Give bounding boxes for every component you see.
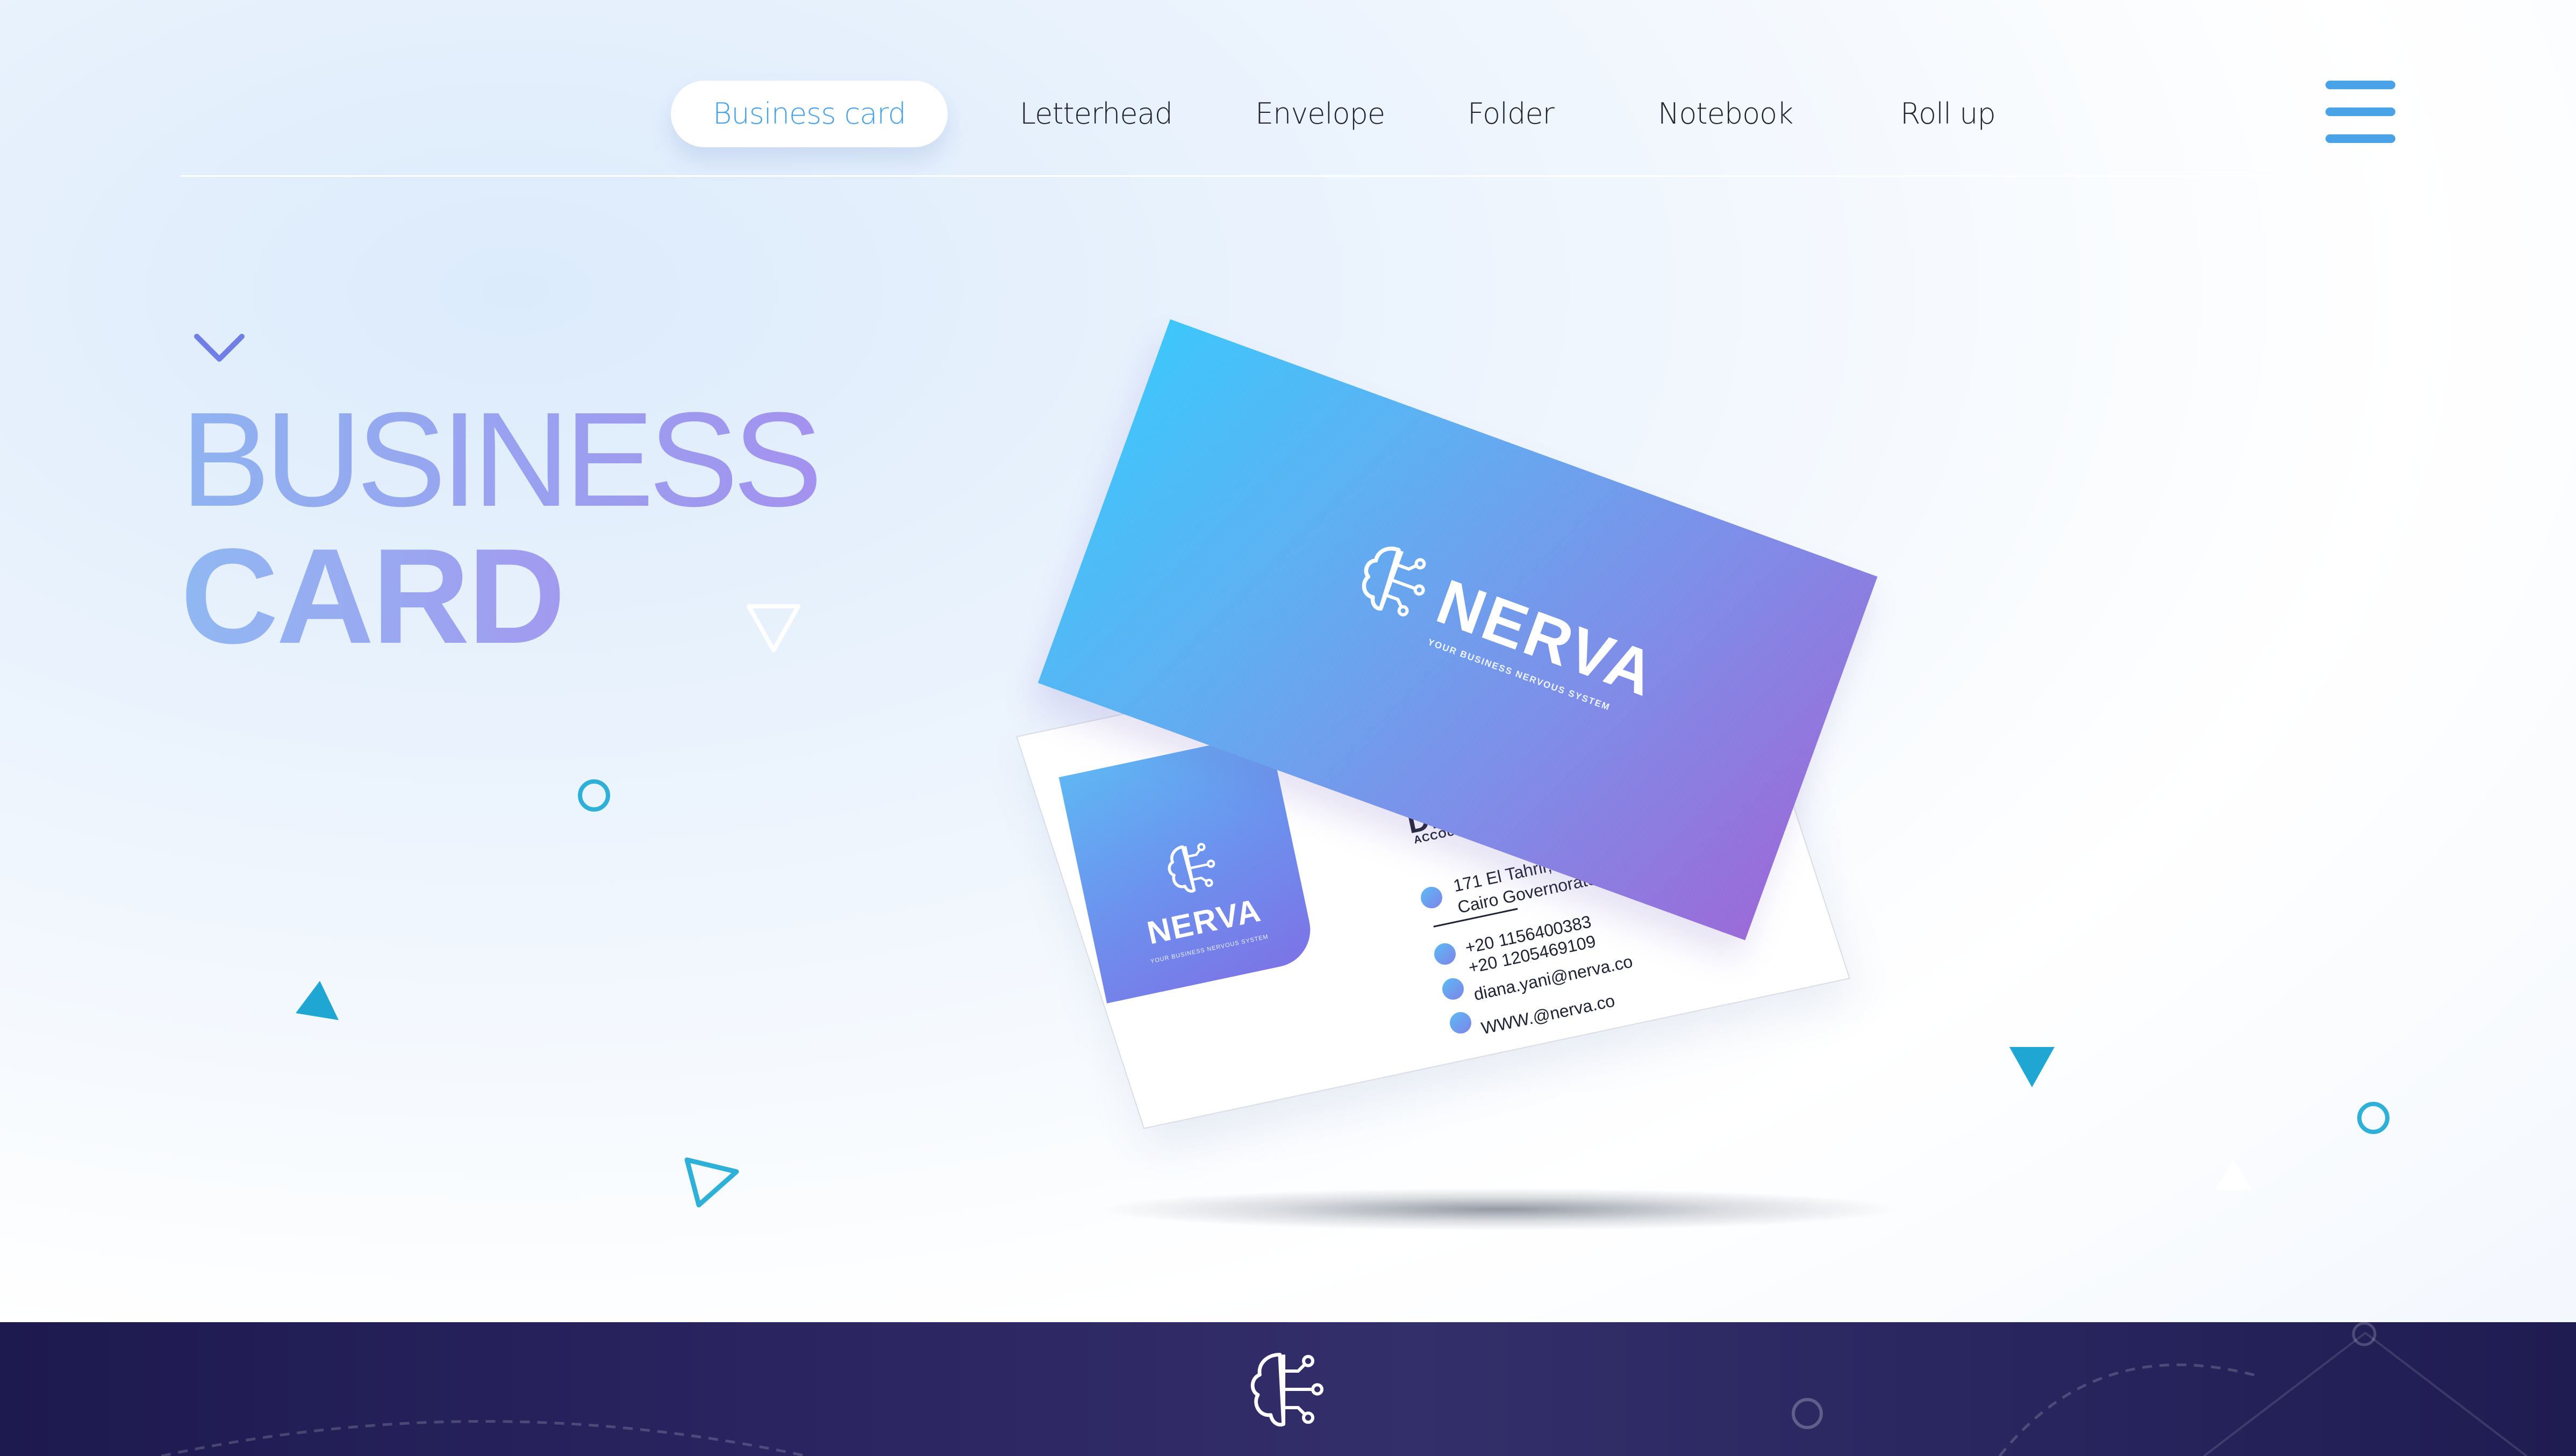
nav-item-roll-up[interactable]: Roll up	[1900, 81, 1996, 147]
brain-circuit-icon[interactable]	[1234, 1344, 1336, 1435]
ring-decoration	[2357, 1102, 2389, 1134]
triangle-outline-decoration	[747, 604, 800, 652]
triangle-outline-decoration	[684, 1157, 739, 1208]
page-title-line2: CARD	[181, 521, 566, 672]
triangle-decoration	[296, 981, 339, 1020]
nav-item-business-card[interactable]: Business card	[671, 81, 948, 147]
nav-item-envelope[interactable]: Envelope	[1255, 81, 1385, 147]
hero-section: Business card Letterhead Envelope Folder…	[0, 0, 2576, 1322]
nav-item-folder[interactable]: Folder	[1468, 81, 1555, 147]
brain-circuit-icon	[1168, 843, 1215, 893]
ring-decoration	[578, 779, 610, 812]
nav-divider	[181, 175, 2384, 177]
top-navigation: Business card Letterhead Envelope Folder…	[0, 0, 2576, 177]
phone-icon	[1434, 943, 1456, 965]
triangle-decoration	[2009, 1047, 2055, 1087]
chevron-down-icon[interactable]	[194, 332, 245, 364]
hamburger-menu-icon[interactable]	[2325, 81, 2395, 144]
email-icon	[1442, 978, 1464, 1000]
location-pin-icon	[1421, 887, 1442, 908]
card-shadow	[1097, 1188, 1903, 1231]
nav-item-letterhead[interactable]: Letterhead	[1020, 81, 1173, 147]
globe-icon	[1450, 1012, 1471, 1034]
page-title-line1: BUSINESS	[181, 384, 822, 534]
triangle-decoration	[2216, 1159, 2251, 1189]
footer-bar	[0, 1322, 2576, 1456]
nav-item-notebook[interactable]: Notebook	[1658, 81, 1793, 147]
